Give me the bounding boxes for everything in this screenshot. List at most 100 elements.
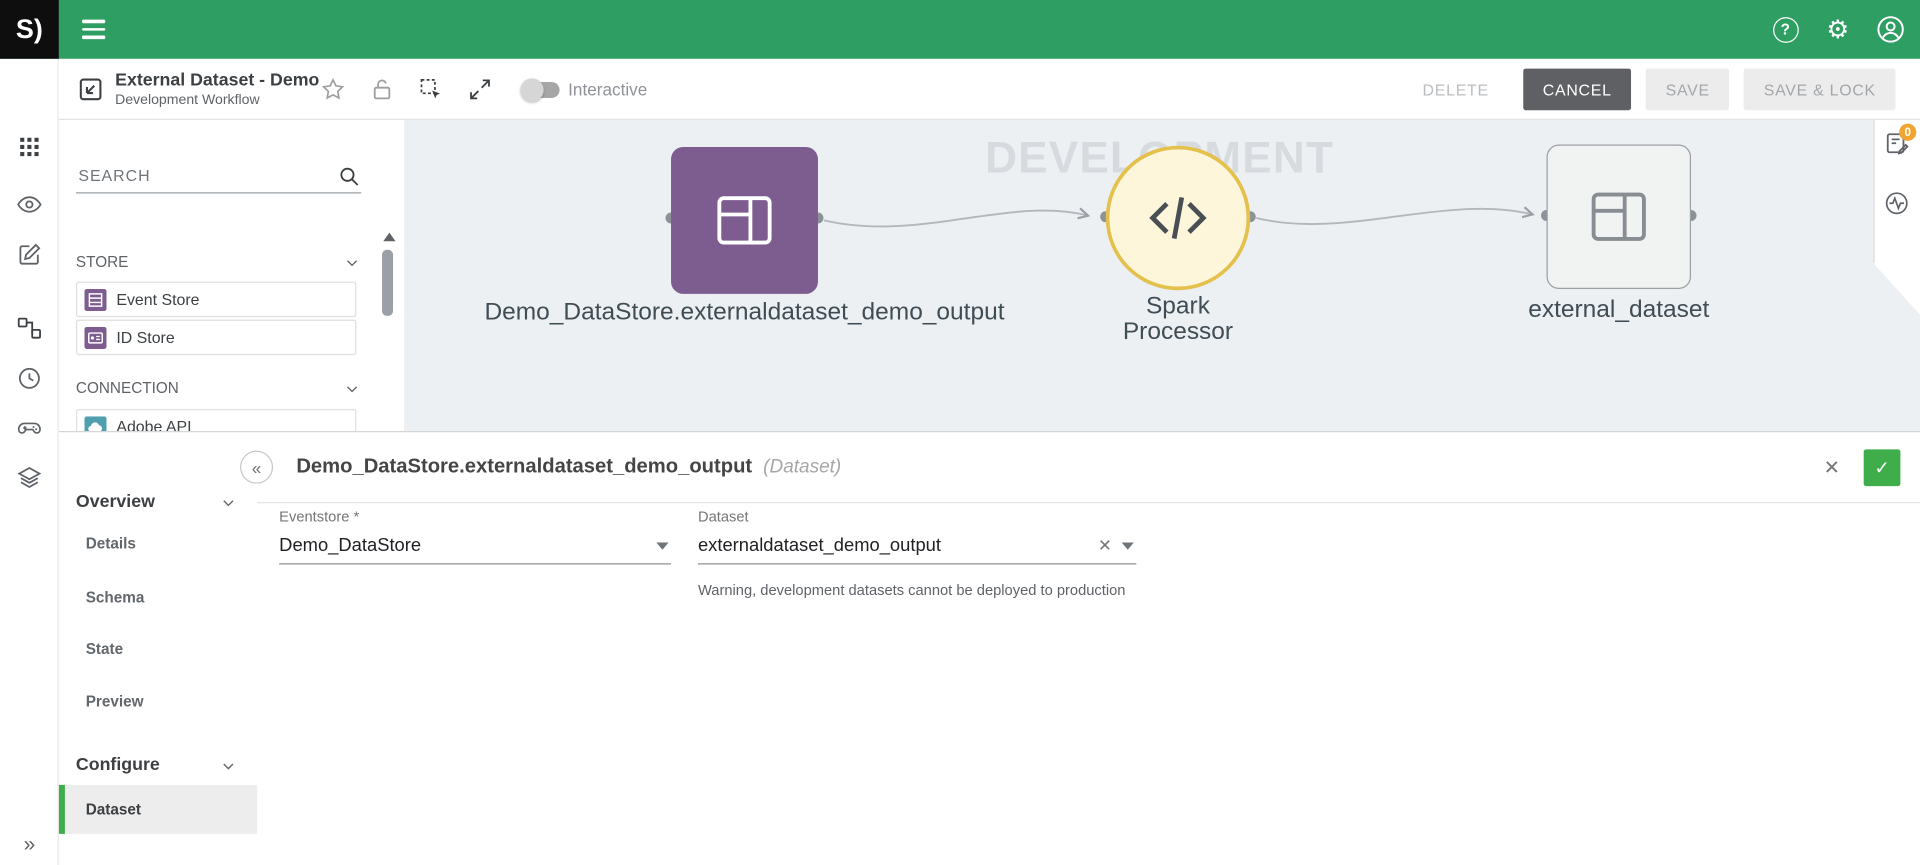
workflows-nav-button[interactable] [0,304,59,353]
datasets-nav-button[interactable] [0,453,59,502]
fit-view-button[interactable] [467,76,494,103]
history-button[interactable] [0,354,59,403]
config-title: Demo_DataStore.externaldataset_demo_outp… [296,456,752,479]
chevron-down-icon [343,253,361,271]
multi-select-button[interactable] [418,76,445,103]
chevron-down-icon [219,493,237,511]
favorite-button[interactable] [320,76,347,103]
close-icon: ✕ [1824,455,1840,479]
config-panel: Overview Details Schema State Preview Co… [59,431,1920,864]
dataset-select[interactable]: externaldataset_demo_output ✕ [698,528,1136,565]
close-panel-button[interactable]: ✕ [1817,452,1846,481]
connection-section-label: CONNECTION [76,380,179,397]
nav-dataset[interactable]: Dataset [59,785,257,834]
node-label: Demo_DataStore.externaldataset_demo_outp… [484,299,1004,327]
nav-schema[interactable]: Schema [59,577,257,619]
workflow-toolbar: External Dataset - Demo Development Work… [59,59,1920,120]
palette-item-id-store[interactable]: ID Store [76,320,356,356]
dataset-value: externaldataset_demo_output [698,535,1091,556]
scrollbar-up-arrow[interactable] [383,233,395,242]
delete-button[interactable]: DELETE [1403,69,1509,111]
interactive-toggle[interactable] [523,82,560,98]
palette-section-connection[interactable]: CONNECTION [76,376,361,400]
palette-item-label: ID Store [116,328,174,346]
topbar-actions: ? ⚙ [1768,12,1908,46]
layers-icon [16,464,43,491]
activity-panel-button[interactable] [1882,189,1911,218]
node-palette: STORE Event Store ID Store CONNECTION Ad… [59,120,404,431]
double-chevron-right-icon: » [24,833,36,857]
dataset-field: Dataset externaldataset_demo_output ✕ [698,508,1136,564]
eye-icon [16,191,43,218]
nav-label: Schema [86,589,145,606]
view-button[interactable] [0,180,59,229]
config-type: (Dataset) [763,456,841,478]
nav-state[interactable]: State [59,628,257,670]
expand-arrows-icon [467,76,494,103]
palette-item-event-store[interactable]: Event Store [76,282,356,318]
palette-scrollbar[interactable] [382,250,393,316]
selection-icon [418,76,445,103]
logo-letter: S [16,13,34,45]
apps-grid-icon [17,135,41,159]
lock-button[interactable] [369,76,396,103]
nav-overview[interactable]: Overview [59,481,257,523]
nav-details[interactable]: Details [59,523,257,565]
workflow-nodes-icon [16,315,43,342]
dataset-dropdown-button[interactable] [1119,542,1136,549]
playground-button[interactable] [0,403,59,452]
settings-button[interactable]: ⚙ [1821,12,1855,46]
edit-icon [16,241,43,268]
workflow-title: External Dataset - Demo [115,71,319,91]
workflow-subtitle: Development Workflow [115,93,319,108]
help-button[interactable]: ? [1768,12,1802,46]
nav-label: Dataset [86,801,141,818]
confirm-button[interactable]: ✓ [1864,449,1901,486]
node-external-dataset[interactable] [1547,144,1691,288]
palette-search [76,159,361,193]
edge-processor-to-dataset [1256,209,1532,224]
app-logo[interactable]: S) [0,0,59,59]
search-icon[interactable] [337,163,361,187]
account-button[interactable] [1873,12,1907,46]
rail-expand-button[interactable]: » [0,820,59,865]
dataset-table-icon [709,185,780,256]
event-store-icon [84,288,106,310]
interactive-label: Interactive [568,59,647,120]
eventstore-value: Demo_DataStore [279,535,654,556]
node-label: Spark Processor [1104,294,1251,345]
save-button[interactable]: SAVE [1646,69,1729,111]
nav-configure[interactable]: Configure [59,744,257,786]
workflow-canvas[interactable]: DEVELOPMENT [404,120,1920,431]
dataset-warning: Warning, development datasets cannot be … [698,582,1126,599]
help-icon: ? [1772,17,1798,43]
palette-item-label: Adobe API [116,418,191,431]
store-section-label: STORE [76,253,128,270]
save-lock-button[interactable]: SAVE & LOCK [1744,69,1895,111]
nav-label: Overview [76,492,155,512]
cancel-button[interactable]: CANCEL [1523,69,1631,111]
eventstore-select[interactable]: Demo_DataStore [279,528,671,565]
palette-search-input[interactable] [76,165,337,186]
code-icon [1140,180,1216,256]
nav-preview[interactable]: Preview [59,681,257,723]
right-panel-corner [1873,263,1920,314]
node-label: external_dataset [1528,296,1709,324]
adobe-api-icon [84,416,106,431]
palette-section-store[interactable]: STORE [76,250,361,274]
node-eventstore-dataset[interactable] [671,147,818,294]
nav-label: State [86,640,123,657]
app-window: S) ? ⚙ External Dataset - Demo Developme… [0,0,1920,865]
eventstore-dropdown-button[interactable] [654,542,671,549]
collapse-panel-button[interactable]: « [240,451,273,484]
logo-mark: ) [34,13,43,45]
palette-item-adobe-api[interactable]: Adobe API [76,409,356,431]
game-controller-icon [16,414,43,441]
clear-dataset-button[interactable]: ✕ [1091,536,1120,556]
menu-button[interactable] [69,5,118,54]
compose-button[interactable] [0,230,59,279]
apps-grid-button[interactable] [0,122,59,171]
notifications-badge: 0 [1899,124,1916,141]
node-spark-processor[interactable] [1106,146,1250,290]
top-app-bar: S) ? ⚙ [0,0,1920,59]
